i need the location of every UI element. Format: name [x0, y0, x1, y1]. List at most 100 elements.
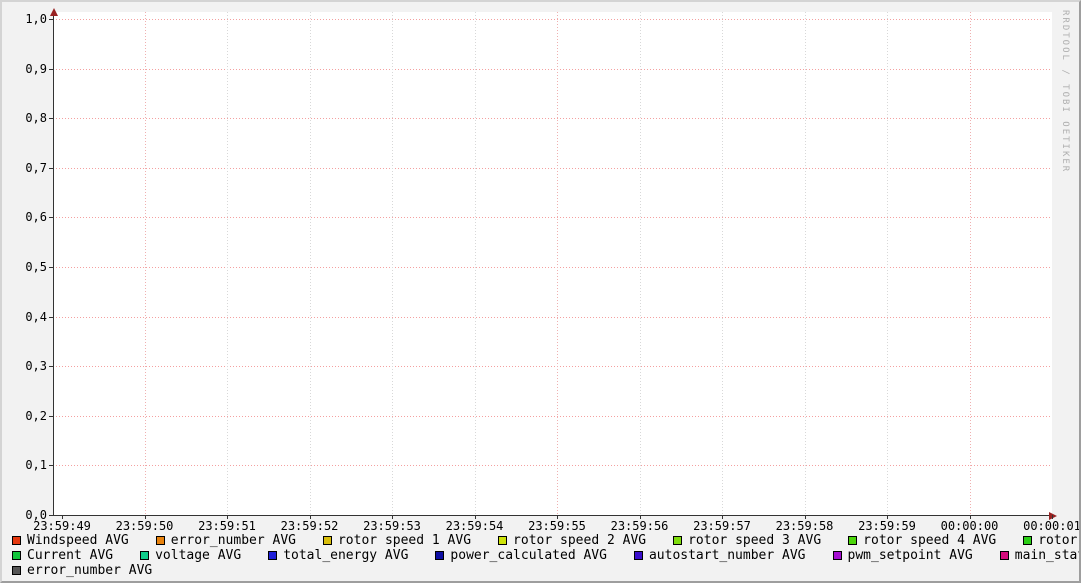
- legend-label: Current AVG: [27, 549, 113, 563]
- legend-label: pwm_setpoint AVG: [848, 549, 973, 563]
- v-gridline-minor: [227, 12, 228, 515]
- legend-item: voltage AVG: [140, 549, 241, 563]
- legend-swatch-icon: [673, 536, 682, 545]
- x-tick-label: 23:59:49: [22, 520, 102, 532]
- y-axis-arrow-icon: [50, 8, 58, 16]
- h-gridline: [53, 416, 1052, 417]
- h-gridline: [53, 118, 1052, 119]
- v-gridline-major: [970, 12, 971, 515]
- legend-label: rotor speed 3 AVG: [688, 534, 821, 548]
- legend-row: Current AVG voltage AVG total_energy AVG po…: [12, 548, 1075, 563]
- x-tick-label: 00:00:00: [930, 520, 1010, 532]
- legend-swatch-icon: [156, 536, 165, 545]
- x-tick-label: 23:59:57: [682, 520, 762, 532]
- rrdtool-graph: 1,00,90,80,70,60,50,40,30,20,10,023:59:4…: [0, 0, 1081, 583]
- legend-row: error_number AVG: [12, 563, 1075, 578]
- legend-swatch-icon: [833, 551, 842, 560]
- legend-label: rotor speed 4 AVG: [863, 534, 996, 548]
- v-gridline-major: [145, 12, 146, 515]
- legend-label: power_calculated AVG: [450, 549, 607, 563]
- x-tick-label: 00:00:01: [1012, 520, 1081, 532]
- legend-label: rotor speed 1 AVG: [338, 534, 471, 548]
- y-tick-label: 0,3: [2, 360, 47, 372]
- legend-swatch-icon: [12, 536, 21, 545]
- legend-swatch-icon: [268, 551, 277, 560]
- legend-label: main_state_number AVG: [1015, 549, 1081, 563]
- y-tick: [49, 317, 53, 318]
- legend-label: voltage AVG: [155, 549, 241, 563]
- legend-label: rotor speed 2 AVG: [513, 534, 646, 548]
- y-tick: [49, 366, 53, 367]
- y-tick: [49, 465, 53, 466]
- legend-swatch-icon: [848, 536, 857, 545]
- x-tick-label: 23:59:50: [105, 520, 185, 532]
- h-gridline: [53, 217, 1052, 218]
- y-tick-label: 0,2: [2, 410, 47, 422]
- h-gridline: [53, 19, 1052, 20]
- legend-item: rotor speed 4 AVG: [848, 534, 996, 548]
- y-tick-label: 0,7: [2, 162, 47, 174]
- h-gridline: [53, 465, 1052, 466]
- x-axis: [49, 515, 1050, 516]
- y-tick-label: 1,0: [2, 13, 47, 25]
- legend-label: autostart_number AVG: [649, 549, 806, 563]
- legend-item: rotor speed 1 AVG: [323, 534, 471, 548]
- legend-item: rotor speed 3 AVG: [673, 534, 821, 548]
- x-tick-label: 23:59:54: [435, 520, 515, 532]
- legend: Windspeed AVG error_number AVG rotor speed…: [12, 533, 1075, 578]
- legend-swatch-icon: [1023, 536, 1032, 545]
- legend-swatch-icon: [498, 536, 507, 545]
- y-tick: [49, 515, 53, 516]
- legend-item: power_calculated AVG: [435, 549, 607, 563]
- legend-label: error_number AVG: [171, 534, 296, 548]
- y-axis: [53, 16, 54, 515]
- y-tick-label: 0,4: [2, 311, 47, 323]
- legend-label: error_number AVG: [27, 564, 152, 578]
- legend-swatch-icon: [634, 551, 643, 560]
- y-tick-label: 0,8: [2, 112, 47, 124]
- legend-swatch-icon: [323, 536, 332, 545]
- legend-label: Windspeed AVG: [27, 534, 129, 548]
- y-tick-label: 0,9: [2, 63, 47, 75]
- legend-item: total_energy AVG: [268, 549, 408, 563]
- legend-item: main_state_number AVG: [1000, 549, 1081, 563]
- v-gridline-minor: [310, 12, 311, 515]
- h-gridline: [53, 69, 1052, 70]
- v-gridline-minor: [722, 12, 723, 515]
- v-gridline-major: [557, 12, 558, 515]
- x-tick-label: 23:59:55: [517, 520, 597, 532]
- y-tick: [49, 267, 53, 268]
- legend-swatch-icon: [1000, 551, 1009, 560]
- v-gridline-minor: [640, 12, 641, 515]
- h-gridline: [53, 366, 1052, 367]
- y-tick: [49, 168, 53, 169]
- legend-item: Current AVG: [12, 549, 113, 563]
- legend-swatch-icon: [12, 551, 21, 560]
- x-tick-label: 23:59:59: [847, 520, 927, 532]
- y-tick-label: 0,1: [2, 459, 47, 471]
- legend-swatch-icon: [435, 551, 444, 560]
- legend-swatch-icon: [140, 551, 149, 560]
- watermark: RRDTOOL / TOBI OETIKER: [1060, 10, 1070, 173]
- legend-item: Windspeed AVG: [12, 534, 129, 548]
- x-tick-label: 23:59:51: [187, 520, 267, 532]
- legend-item: rotor speed 2 AVG: [498, 534, 646, 548]
- legend-item: rotor speed 5 AVG: [1023, 534, 1081, 548]
- y-tick: [49, 69, 53, 70]
- y-tick: [49, 416, 53, 417]
- y-tick: [49, 19, 53, 20]
- x-tick-label: 23:59:52: [270, 520, 350, 532]
- legend-item: error_number AVG: [12, 564, 152, 578]
- legend-item: pwm_setpoint AVG: [833, 549, 973, 563]
- plot-canvas: [53, 12, 1052, 515]
- v-gridline-minor: [475, 12, 476, 515]
- h-gridline: [53, 168, 1052, 169]
- v-gridline-minor: [805, 12, 806, 515]
- y-tick: [49, 118, 53, 119]
- y-tick: [49, 217, 53, 218]
- legend-row: Windspeed AVG error_number AVG rotor speed…: [12, 533, 1075, 548]
- x-tick-label: 23:59:56: [600, 520, 680, 532]
- legend-label: total_energy AVG: [283, 549, 408, 563]
- h-gridline: [53, 267, 1052, 268]
- h-gridline: [53, 317, 1052, 318]
